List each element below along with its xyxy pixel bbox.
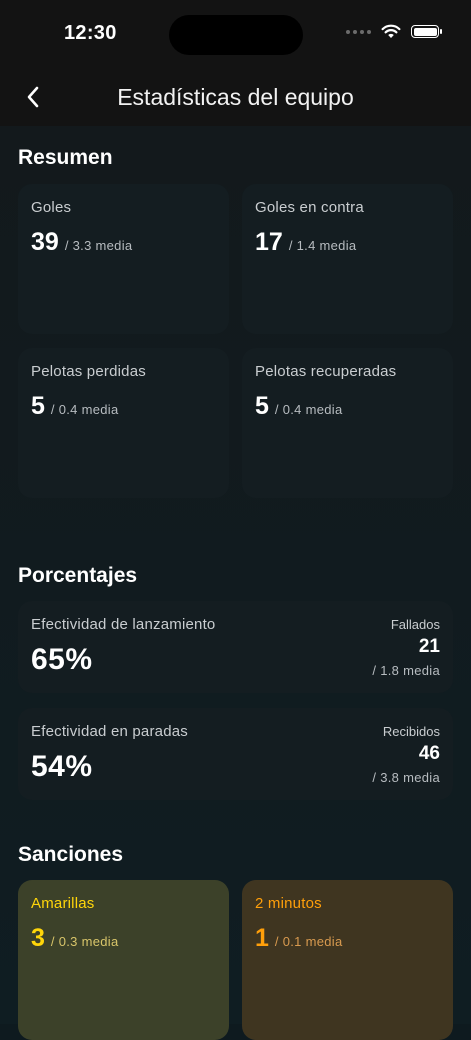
side-label: Recibidos bbox=[382, 724, 440, 739]
side-value: 46 bbox=[418, 743, 440, 764]
side-average: / 3.8 media bbox=[372, 770, 440, 785]
percent-card-lanzamiento: Efectividad de lanzamiento 65% Fallados … bbox=[18, 601, 453, 693]
stat-average: / 0.4 media bbox=[50, 402, 119, 417]
sanction-card-2-minutos: 2 minutos 1 / 0.1 media bbox=[242, 880, 453, 1040]
side-value: 21 bbox=[418, 636, 440, 657]
percent-side: Recibidos 46 / 3.8 media bbox=[372, 724, 440, 785]
sanction-average: / 0.1 media bbox=[274, 934, 343, 949]
stat-average: / 0.4 media bbox=[274, 402, 343, 417]
sanction-label: 2 minutos bbox=[255, 895, 322, 912]
status-icons bbox=[346, 24, 442, 39]
stat-value: 5 bbox=[255, 392, 269, 420]
stat-card-pelotas-perdidas: Pelotas perdidas 5 / 0.4 media bbox=[18, 348, 229, 498]
sanction-average: / 0.3 media bbox=[50, 934, 119, 949]
stat-label: Pelotas perdidas bbox=[31, 363, 146, 380]
percent-side: Fallados 21 / 1.8 media bbox=[372, 617, 440, 678]
sanction-card-amarillas: Amarillas 3 / 0.3 media bbox=[18, 880, 229, 1040]
stat-value: 39 bbox=[31, 228, 59, 256]
battery-icon bbox=[411, 25, 442, 38]
section-title-porcentajes: Porcentajes bbox=[18, 564, 138, 587]
stat-average: / 1.4 media bbox=[288, 238, 357, 253]
stat-card-goles: Goles 39 / 3.3 media bbox=[18, 184, 229, 334]
wifi-icon bbox=[381, 24, 401, 38]
stat-average: / 3.3 media bbox=[64, 238, 133, 253]
percent-label: Efectividad de lanzamiento bbox=[31, 616, 216, 633]
stat-label: Goles bbox=[31, 199, 72, 216]
sanction-value: 3 bbox=[31, 924, 45, 952]
section-title-sanciones: Sanciones bbox=[18, 843, 124, 866]
dynamic-island bbox=[169, 15, 303, 55]
stat-label: Pelotas recuperadas bbox=[255, 363, 397, 380]
percent-value: 65% bbox=[31, 643, 93, 676]
stat-card-goles-en-contra: Goles en contra 17 / 1.4 media bbox=[242, 184, 453, 334]
stat-label: Goles en contra bbox=[255, 199, 364, 216]
status-time: 12:30 bbox=[64, 22, 117, 44]
stat-value: 17 bbox=[255, 228, 283, 256]
side-average: / 1.8 media bbox=[372, 663, 440, 678]
percent-card-paradas: Efectividad en paradas 54% Recibidos 46 … bbox=[18, 708, 453, 800]
side-label: Fallados bbox=[390, 617, 440, 632]
page-title: Estadísticas del equipo bbox=[117, 84, 354, 110]
sanction-value: 1 bbox=[255, 924, 269, 952]
sanction-label: Amarillas bbox=[31, 895, 95, 912]
percent-label: Efectividad en paradas bbox=[31, 723, 189, 740]
stat-card-pelotas-recuperadas: Pelotas recuperadas 5 / 0.4 media bbox=[242, 348, 453, 498]
section-title-resumen: Resumen bbox=[18, 146, 113, 169]
signal-icon bbox=[346, 29, 371, 34]
stat-value: 5 bbox=[31, 392, 45, 420]
percent-value: 54% bbox=[31, 750, 93, 783]
